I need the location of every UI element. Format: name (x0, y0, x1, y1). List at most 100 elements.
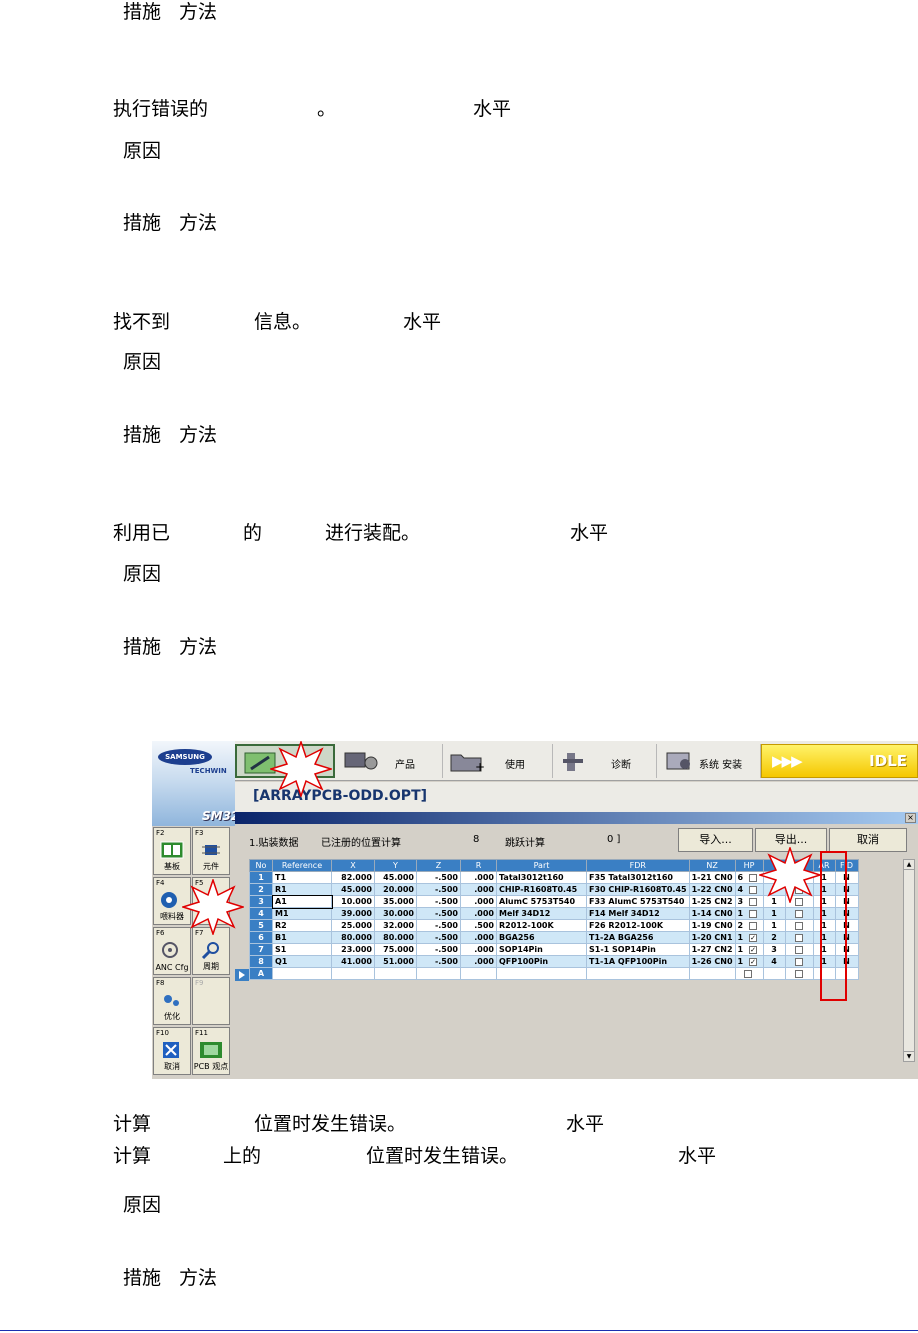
column-header[interactable]: FDR (586, 859, 690, 872)
table-cell[interactable]: .000 (460, 955, 497, 968)
sk-checkbox[interactable] (795, 933, 804, 942)
product-button[interactable]: 产品 (337, 744, 443, 778)
row-number[interactable]: 1 (249, 871, 273, 884)
table-cell[interactable]: F35 Tatal3012t160 (586, 871, 690, 884)
hp-checkbox[interactable]: ✓ (749, 945, 758, 954)
row-number[interactable]: 3 (249, 895, 273, 908)
table-cell[interactable]: T1-1A QFP100Pin (586, 955, 690, 968)
hp-checkbox[interactable] (749, 897, 758, 906)
table-cell[interactable]: 1 (734, 907, 764, 920)
hp-checkbox[interactable] (749, 909, 758, 918)
sk-checkbox[interactable] (795, 921, 804, 930)
table-cell[interactable]: 41.000 (331, 955, 375, 968)
table-cell[interactable]: CHIP-R1608T0.45 (496, 883, 587, 896)
table-cell[interactable]: -.500 (416, 883, 461, 896)
table-cell[interactable]: 82.000 (331, 871, 375, 884)
table-cell[interactable]: -.500 (416, 907, 461, 920)
table-cell[interactable]: .000 (460, 895, 497, 908)
table-cell[interactable]: S1-1 SOP14Pin (586, 943, 690, 956)
column-header[interactable]: Reference (272, 859, 332, 872)
table-cell[interactable]: 2 (734, 919, 764, 932)
column-header[interactable]: R (460, 859, 497, 872)
table-cell[interactable]: F30 CHIP-R1608T0.45 (586, 883, 690, 896)
sk-checkbox[interactable] (795, 909, 804, 918)
hp-checkbox[interactable] (749, 921, 758, 930)
table-cell[interactable] (496, 967, 587, 980)
row-number[interactable]: 7 (249, 943, 273, 956)
table-cell[interactable]: 1 (762, 919, 786, 932)
hp-checkbox[interactable] (749, 885, 758, 894)
table-cell[interactable]: .000 (460, 931, 497, 944)
row-number[interactable]: 4 (249, 907, 273, 920)
hp-checkbox[interactable] (749, 873, 758, 882)
table-cell[interactable]: 2 (762, 931, 786, 944)
table-cell[interactable]: 30.000 (374, 907, 417, 920)
tab-mount-data[interactable]: 1.贴装数据 (249, 834, 299, 849)
hp-checkbox[interactable]: ✓ (749, 957, 758, 966)
table-cell[interactable] (416, 967, 461, 980)
table-cell[interactable]: -.500 (416, 895, 461, 908)
cancel-button[interactable]: 取消 (829, 828, 907, 852)
table-cell[interactable]: -.500 (416, 943, 461, 956)
system-setup-button[interactable]: 系统 安装 (657, 744, 761, 778)
table-cell[interactable] (460, 967, 497, 980)
sk-checkbox[interactable] (795, 957, 804, 966)
table-cell[interactable]: 35.000 (374, 895, 417, 908)
table-cell[interactable]: 1-20 CN1 (688, 931, 736, 944)
table-cell[interactable]: 25.000 (331, 919, 375, 932)
table-cell[interactable]: 4 (762, 955, 786, 968)
table-cell[interactable] (688, 967, 736, 980)
table-cell[interactable]: .500 (460, 919, 497, 932)
table-cell[interactable]: Q1 (272, 955, 332, 968)
fkey-optimize[interactable]: F8 优化 (153, 977, 191, 1025)
table-cell[interactable]: Melf 34D12 (496, 907, 587, 920)
table-cell[interactable]: 80.000 (374, 931, 417, 944)
table-cell[interactable]: 1 ✓ (734, 931, 764, 944)
row-number[interactable]: A (249, 967, 273, 980)
table-cell[interactable]: 51.000 (374, 955, 417, 968)
table-cell[interactable]: .000 (460, 943, 497, 956)
fkey-cancel[interactable]: F10 取消 (153, 1027, 191, 1075)
column-header[interactable]: Z (416, 859, 461, 872)
table-row[interactable]: 6 B1 80.000 80.000 -.500.000 BGA256 T1-2A BGA2… (249, 931, 859, 944)
table-cell[interactable]: AlumC 5753T540 (496, 895, 587, 908)
table-cell[interactable]: 80.000 (331, 931, 375, 944)
table-row[interactable]: 5 R2 25.000 32.000 -.500.500 R2012-100K F26 R2… (249, 919, 859, 932)
table-cell[interactable]: T1 (272, 871, 332, 884)
table-cell[interactable]: 75.000 (374, 943, 417, 956)
table-cell[interactable]: 1-22 CN0 (688, 883, 736, 896)
table-row[interactable]: A (249, 967, 859, 980)
table-cell[interactable]: -.500 (416, 931, 461, 944)
table-cell[interactable] (784, 967, 814, 980)
scroll-down-arrow[interactable]: ▼ (904, 1051, 914, 1061)
hp-checkbox[interactable] (743, 969, 752, 978)
column-header[interactable]: NZ (688, 859, 736, 872)
fkey-f9[interactable]: F9 (192, 977, 230, 1025)
table-cell[interactable]: SOP14Pin (496, 943, 587, 956)
column-header[interactable]: X (331, 859, 375, 872)
table-cell[interactable]: BGA256 (496, 931, 587, 944)
table-cell[interactable] (734, 967, 764, 980)
scroll-up-arrow[interactable]: ▲ (904, 860, 914, 870)
table-cell[interactable]: 1 (762, 907, 786, 920)
table-cell[interactable]: F26 R2012-100K (586, 919, 690, 932)
table-cell[interactable]: M1 (272, 907, 332, 920)
fkey-board[interactable]: F2 基板 (153, 827, 191, 875)
table-cell[interactable] (784, 943, 814, 956)
table-cell[interactable]: 45.000 (331, 883, 375, 896)
table-cell[interactable]: 20.000 (374, 883, 417, 896)
row-number[interactable]: 8 (249, 955, 273, 968)
table-cell[interactable]: 3 (762, 943, 786, 956)
table-cell[interactable]: -.500 (416, 955, 461, 968)
use-button[interactable]: + 使用 (443, 744, 553, 778)
hp-checkbox[interactable]: ✓ (749, 933, 758, 942)
table-cell[interactable]: R2012-100K (496, 919, 587, 932)
table-cell[interactable]: R1 (272, 883, 332, 896)
table-cell[interactable] (784, 907, 814, 920)
table-cell[interactable]: T1-2A BGA256 (586, 931, 690, 944)
table-cell[interactable] (784, 931, 814, 944)
table-cell[interactable]: 1-21 CN0 (688, 871, 736, 884)
table-cell[interactable] (272, 967, 332, 980)
table-cell[interactable]: -.500 (416, 919, 461, 932)
table-cell[interactable]: QFP100Pin (496, 955, 587, 968)
